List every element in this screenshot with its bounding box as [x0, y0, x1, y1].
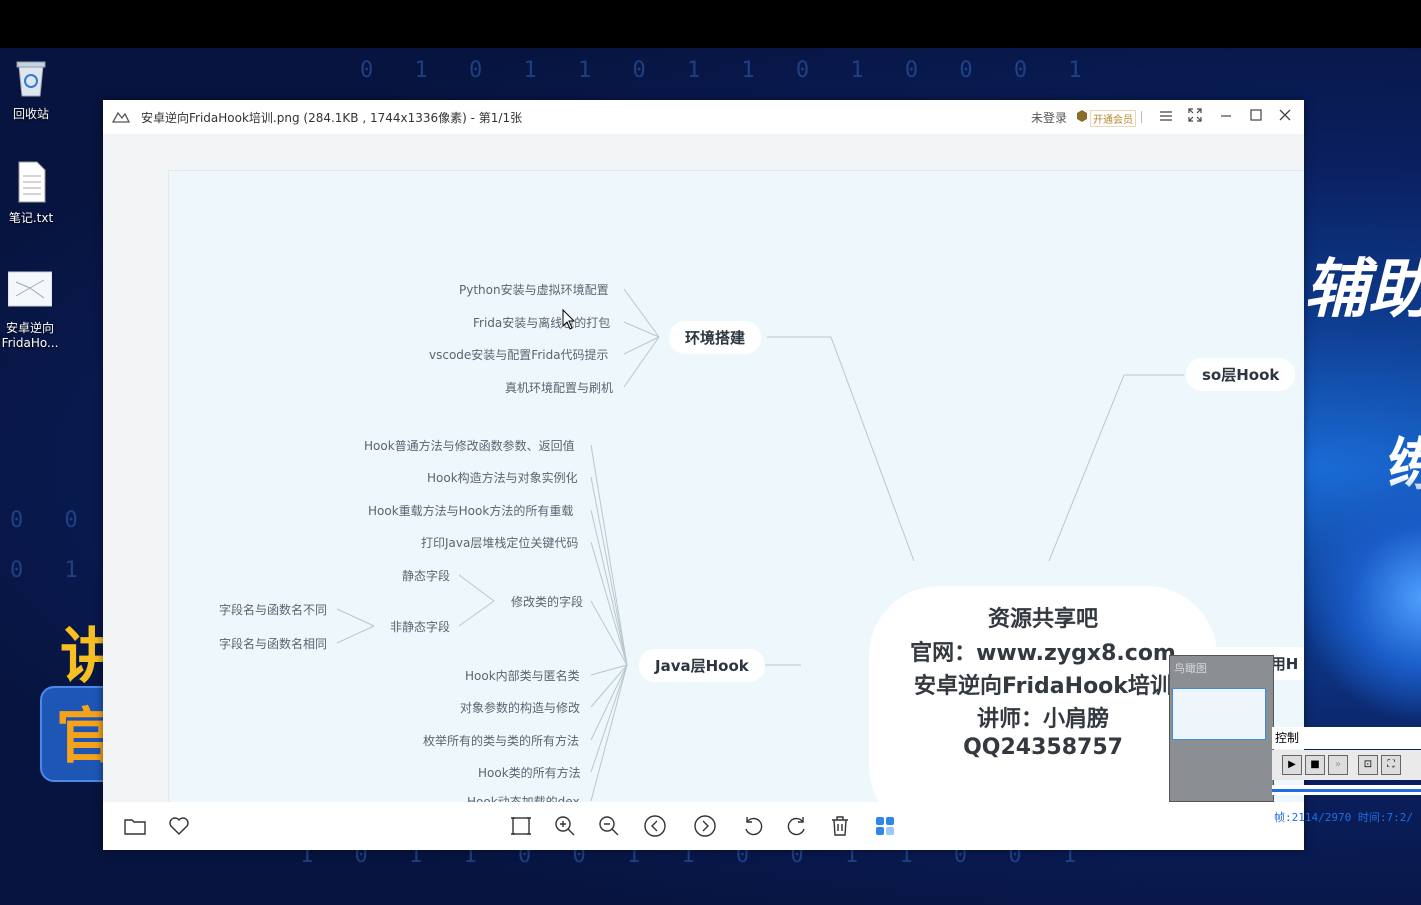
mindmap-node: 静态字段 — [402, 569, 451, 583]
previous-image-icon[interactable] — [643, 814, 667, 838]
open-folder-icon[interactable] — [123, 814, 147, 838]
center-text-line: 资源共享吧 — [987, 607, 1098, 632]
mindmap-node: Frida安装与离线包的打包 — [473, 316, 611, 330]
mindmap-node: 枚举所有的类与类的所有方法 — [423, 734, 580, 748]
text-file-icon — [18, 161, 46, 203]
step-button[interactable]: » — [1328, 755, 1348, 775]
image-file-icon — [7, 271, 53, 307]
mindmap-node: Hook构造方法与对象实例化 — [427, 471, 578, 485]
close-button[interactable] — [1274, 106, 1296, 128]
mindmap-node: 真机环境配置与刷机 — [505, 381, 614, 395]
rotate-left-icon[interactable] — [741, 814, 765, 838]
viewer-toolbar — [103, 802, 1304, 850]
center-text-line: 讲师：小肩膀 — [976, 707, 1109, 732]
fullscreen-button[interactable] — [1184, 106, 1206, 128]
mindmap-topic-so: so层Hook — [1186, 358, 1296, 391]
mindmap-node: vscode安装与配置Frida代码提示 — [429, 348, 609, 362]
timeline-progress[interactable] — [1272, 785, 1421, 795]
mindmap-node: 修改类的字段 — [511, 595, 584, 609]
mindmap-node: 非静态字段 — [390, 620, 451, 634]
binary-deco: 0 1 0 1 1 0 1 1 0 1 0 0 0 1 — [360, 58, 1096, 83]
gallery-grid-icon[interactable] — [873, 814, 897, 838]
favorite-heart-icon[interactable] — [167, 814, 191, 838]
fit-button[interactable]: ⊡ — [1358, 755, 1378, 775]
expand-icon — [1188, 108, 1202, 122]
mindmap-node: Hook普通方法与修改函数参数、返回值 — [364, 439, 575, 453]
mindmap-node: Hook动态加载的dex — [467, 795, 580, 802]
vip-button[interactable]: 开通会员 — [1090, 110, 1136, 127]
control-title: 控制 — [1272, 727, 1421, 749]
minimize-icon — [1221, 115, 1231, 117]
window-title: 安卓逆向FridaHook培训.png (284.1KB , 1744x1336… — [141, 111, 523, 125]
mouse-cursor-icon — [562, 309, 576, 330]
maximize-icon — [1250, 109, 1262, 121]
desktop-icon-recycle-bin[interactable]: 回收站 — [1, 56, 61, 122]
promo-glow — [1304, 478, 1421, 728]
close-icon — [1279, 109, 1291, 121]
birdseye-preview-panel[interactable]: 鸟瞰图 — [1169, 655, 1274, 802]
fullscreen-toggle-button[interactable]: ⛶ — [1381, 755, 1401, 775]
next-image-icon[interactable] — [693, 814, 717, 838]
mindmap-image: 环境搭建 Python安装与虚拟环境配置 Frida安装与离线包的打包 vsco… — [168, 170, 1304, 802]
login-link[interactable]: 未登录 — [1031, 109, 1067, 126]
mindmap-topic-java: Java层Hook — [639, 649, 765, 682]
preview-label: 鸟瞰图 — [1174, 662, 1207, 675]
center-text-line: QQ24358757 — [963, 735, 1123, 760]
desktop-icon-mindmap-png[interactable]: 安卓逆向FridaHo... — [0, 270, 60, 351]
delete-trash-icon[interactable] — [828, 814, 852, 838]
control-panel: 控制 ▶ ■ » ⊡ ⛶ 帧:2114/2970 时间:7:2/ — [1272, 727, 1421, 827]
vip-icon — [1077, 110, 1087, 122]
mindmap-node: 字段名与函数名不同 — [219, 603, 328, 617]
zoom-in-icon[interactable] — [553, 814, 577, 838]
mindmap-topic-env: 环境搭建 — [669, 321, 762, 354]
actual-size-icon[interactable] — [509, 814, 533, 838]
maximize-button[interactable] — [1245, 106, 1267, 128]
center-text-line: 官网：www.zygx8.com — [910, 641, 1176, 666]
rotate-right-icon[interactable] — [785, 814, 809, 838]
preview-viewport[interactable] — [1172, 688, 1266, 740]
frame-time-status: 帧:2114/2970 时间:7:2/ — [1274, 811, 1413, 824]
title-bar[interactable]: 安卓逆向FridaHook培训.png (284.1KB , 1744x1336… — [103, 100, 1304, 134]
minimize-button[interactable] — [1215, 106, 1237, 128]
desktop-icon-label: 回收站 — [12, 107, 49, 121]
viewer-app-icon — [112, 111, 130, 123]
mindmap-node: 字段名与函数名相同 — [219, 637, 328, 651]
desktop-icon-label: 笔记.txt — [8, 211, 54, 225]
hamburger-icon — [1160, 111, 1172, 121]
recycle-bin-icon — [16, 61, 46, 97]
mindmap-node: Python安装与虚拟环境配置 — [459, 283, 609, 297]
desktop-icon-label: 安卓逆向FridaHo... — [1, 321, 59, 350]
image-viewer-window: 安卓逆向FridaHook培训.png (284.1KB , 1744x1336… — [103, 100, 1304, 850]
mindmap-node: 打印Java层堆栈定位关键代码 — [421, 536, 579, 550]
control-buttons: ▶ ■ » ⊡ ⛶ — [1272, 750, 1421, 780]
divider — [1141, 111, 1142, 123]
mindmap-node: Hook类的所有方法 — [478, 766, 581, 780]
desktop-icon-notes[interactable]: 笔记.txt — [1, 160, 61, 226]
top-black-bar — [0, 0, 1421, 48]
play-button[interactable]: ▶ — [1282, 755, 1302, 775]
image-canvas[interactable]: 环境搭建 Python安装与虚拟环境配置 Frida安装与离线包的打包 vsco… — [103, 134, 1304, 802]
mindmap-node: Hook内部类与匿名类 — [465, 669, 580, 683]
stop-button[interactable]: ■ — [1305, 755, 1325, 775]
menu-button[interactable] — [1155, 106, 1177, 128]
promo-text-right: 辅助 — [1304, 253, 1421, 327]
center-text-line: 安卓逆向FridaHook培训 — [914, 674, 1172, 699]
mindmap-node: 对象参数的构造与修改 — [460, 701, 581, 715]
zoom-out-icon[interactable] — [597, 814, 621, 838]
mindmap-node: Hook重载方法与Hook方法的所有重载 — [368, 504, 574, 518]
